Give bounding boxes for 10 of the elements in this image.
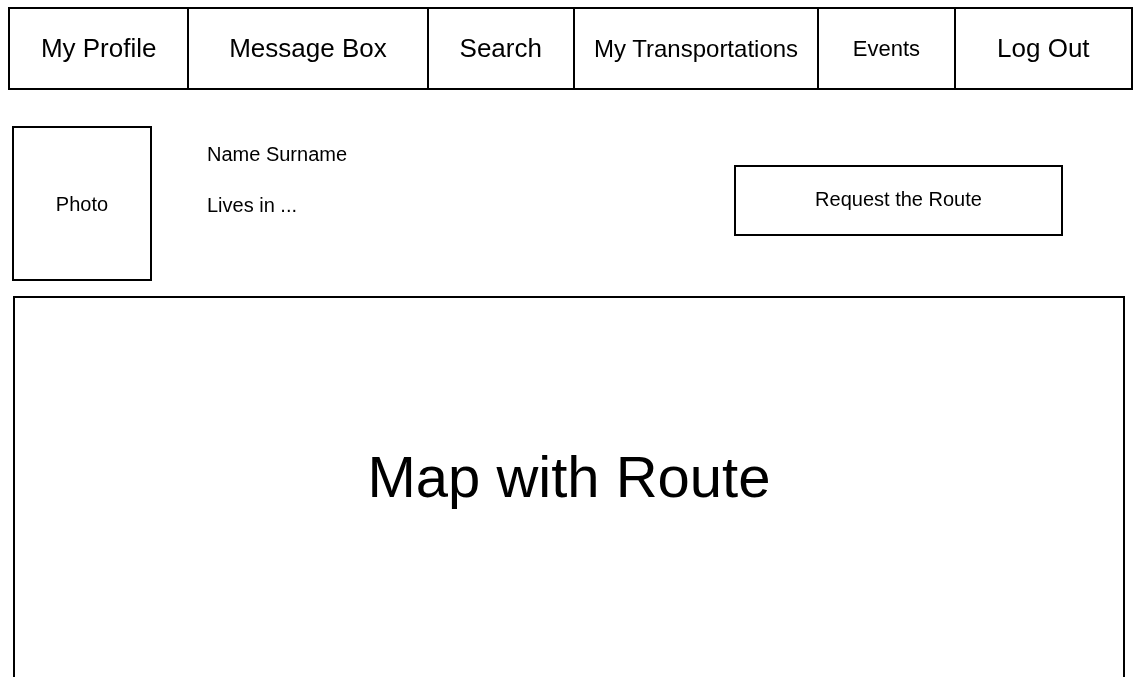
user-location: Lives in ... (207, 193, 299, 218)
nav-tab[interactable]: Message Box (187, 9, 427, 88)
request-route-button[interactable]: Request the Route (734, 165, 1063, 236)
photo-label: Photo (55, 191, 109, 217)
nav-tab[interactable]: Search (426, 9, 573, 88)
nav-tab[interactable]: My Profile (10, 9, 188, 88)
nav-tab[interactable]: My Transportations (573, 9, 818, 88)
nav-tab[interactable]: Events (817, 9, 954, 88)
nav-tab[interactable]: Log Out (953, 9, 1131, 88)
user-name: Name Surname (207, 142, 348, 167)
